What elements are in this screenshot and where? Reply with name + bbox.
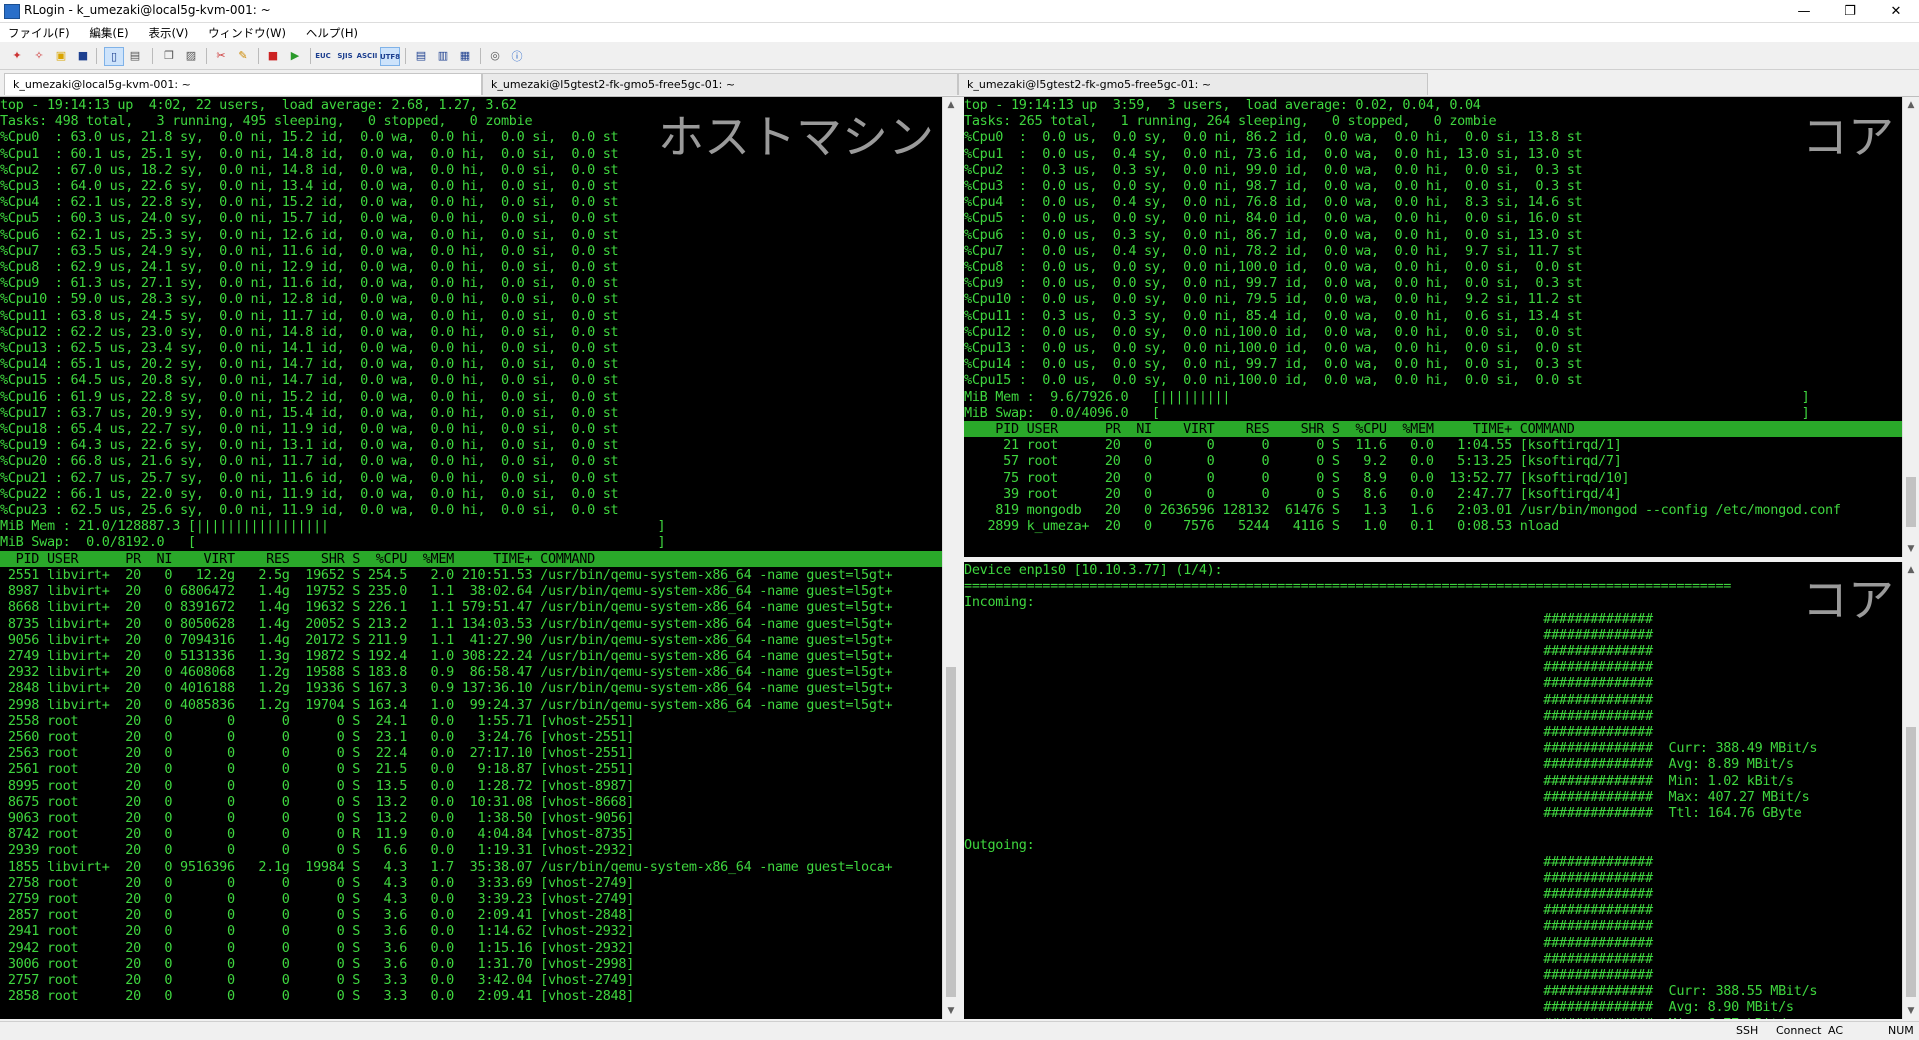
help-icon[interactable]: ⓘ <box>508 47 526 64</box>
menu-help[interactable]: ヘルプ(H) <box>298 23 366 41</box>
terminal-pane-core-top[interactable]: top - 19:14:13 up 3:59, 3 users, load av… <box>964 97 1902 557</box>
script-icon[interactable]: ✎ <box>234 47 252 64</box>
paste-icon[interactable]: ▨ <box>182 47 200 64</box>
title-bar: RLogin - k_umezaki@local5g-kvm-001: ~ — … <box>0 0 1919 23</box>
tab-free5gc-2[interactable]: k_umezaki@l5gtest2-fk-gmo5-free5gc-01: ~ <box>958 73 1428 95</box>
stop-icon[interactable]: ■ <box>264 47 282 64</box>
menu-view[interactable]: 表示(V) <box>141 23 197 41</box>
status-connect: Connect <box>1776 1024 1822 1037</box>
nload-scrollbar[interactable]: ▲ ▼ <box>1902 562 1919 1019</box>
menu-bar: ファイル(F) 編集(E) 表示(V) ウィンドウ(W) ヘルプ(H) <box>0 23 1919 42</box>
new-connect-icon[interactable]: ✧ <box>30 47 48 64</box>
status-num: NUM <box>1888 1024 1914 1037</box>
host-process-list: 2551 libvirt+ 20 0 12.2g 2.5g 19652 S 25… <box>7 566 893 1005</box>
play-icon[interactable]: ▶ <box>286 47 304 64</box>
toolbar: ✦ ✧ ▣ ■ ▯ ▤ ❐ ▨ ✂ ✎ ■ ▶ EUC SJIS ASCII U… <box>0 43 1919 70</box>
scroll-up-icon[interactable]: ▲ <box>1903 562 1919 578</box>
core-process-header: PID USER PR NI VIRT RES SHR S %CPU %MEM … <box>964 421 1902 438</box>
sjis-button[interactable]: SJIS <box>336 47 354 64</box>
core-top-scrollbar[interactable]: ▲ ▼ <box>1902 97 1919 557</box>
window-title: RLogin - k_umezaki@local5g-kvm-001: ~ <box>24 3 271 17</box>
nload-output: Device enp1s0 [10.10.3.77] (1/4): ======… <box>964 562 1818 1019</box>
tab-bar: k_umezaki@local5g-kvm-001: ~ k_umezaki@l… <box>0 70 1919 97</box>
ascii-button[interactable]: ASCII <box>357 47 378 64</box>
menu-edit[interactable]: 編集(E) <box>81 23 136 41</box>
scroll-down-icon[interactable]: ▼ <box>1903 541 1919 557</box>
settings-icon[interactable]: ◎ <box>486 47 504 64</box>
menu-file[interactable]: ファイル(F) <box>0 23 78 41</box>
euc-button[interactable]: EUC <box>314 47 332 64</box>
host-scrollbar[interactable]: ▲ ▼ <box>942 97 959 1019</box>
disconnect-icon[interactable]: ✂ <box>212 47 230 64</box>
core-process-list: 21 root 20 0 0 0 0 S 11.6 0.0 1:04.55 [k… <box>987 437 1841 535</box>
host-process-header: PID USER PR NI VIRT RES SHR S %CPU %MEM … <box>0 550 942 567</box>
save-icon[interactable]: ■ <box>74 47 92 64</box>
document-icon[interactable]: ▯ <box>104 47 124 66</box>
window-layout-3-icon[interactable]: ▦ <box>456 47 474 64</box>
core-top-summary: top - 19:14:13 up 3:59, 3 users, load av… <box>964 97 1810 421</box>
scroll-thumb[interactable] <box>1906 477 1916 527</box>
minimize-icon[interactable]: — <box>1781 0 1827 22</box>
copy-icon[interactable]: ❐ <box>160 47 178 64</box>
terminal-pane-host[interactable]: top - 19:14:13 up 4:02, 22 users, load a… <box>0 97 942 1019</box>
scroll-down-icon[interactable]: ▼ <box>1903 1003 1919 1019</box>
terminal-pane-nload[interactable]: Device enp1s0 [10.10.3.77] (1/4): ======… <box>964 562 1902 1019</box>
window-controls: — ❐ ✕ <box>1781 0 1919 22</box>
status-ssh: SSH <box>1736 1024 1759 1037</box>
scroll-up-icon[interactable]: ▲ <box>943 97 959 113</box>
status-bar: SSH Connect AC NUM <box>0 1021 1919 1040</box>
menu-window[interactable]: ウィンドウ(W) <box>200 23 294 41</box>
utf8-button[interactable]: UTF8 <box>380 47 400 66</box>
open-folder-icon[interactable]: ▣ <box>52 47 70 64</box>
window-layout-1-icon[interactable]: ▤ <box>412 47 430 64</box>
tab-free5gc-1[interactable]: k_umezaki@l5gtest2-fk-gmo5-free5gc-01: ~ <box>482 73 958 95</box>
window-layout-2-icon[interactable]: ▥ <box>434 47 452 64</box>
scroll-thumb[interactable] <box>946 667 956 997</box>
status-ac: AC <box>1828 1024 1844 1037</box>
close-icon[interactable]: ✕ <box>1873 0 1919 22</box>
host-top-summary: top - 19:14:13 up 4:02, 22 users, load a… <box>0 97 666 551</box>
print-icon[interactable]: ▤ <box>126 47 144 64</box>
scroll-up-icon[interactable]: ▲ <box>1903 97 1919 113</box>
tab-local5g-kvm[interactable]: k_umezaki@local5g-kvm-001: ~ <box>4 73 482 95</box>
rlogin-app-icon <box>4 4 20 19</box>
connect-icon[interactable]: ✦ <box>8 47 26 64</box>
restore-icon[interactable]: ❐ <box>1827 0 1873 22</box>
scroll-down-icon[interactable]: ▼ <box>943 1003 959 1019</box>
scroll-thumb[interactable] <box>1906 727 1916 997</box>
